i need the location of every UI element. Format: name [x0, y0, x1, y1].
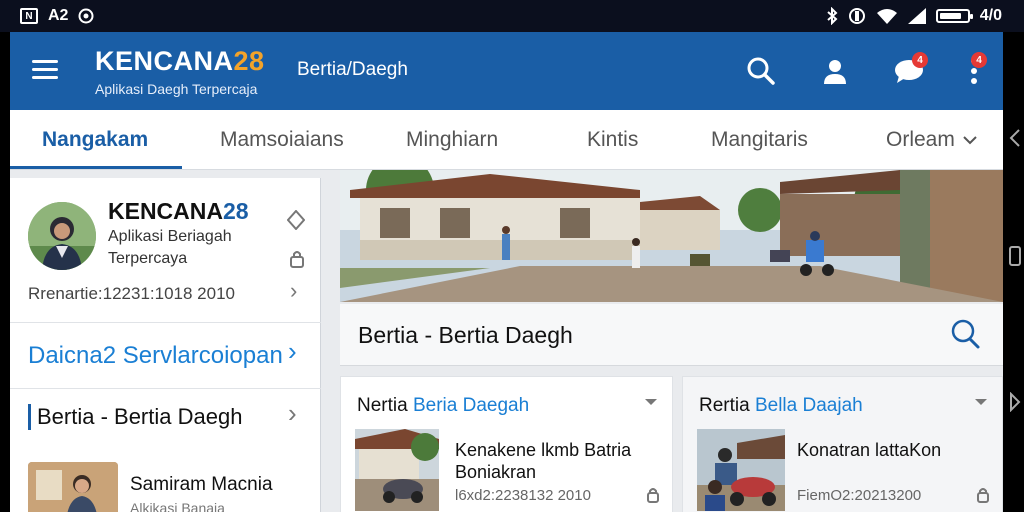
- profile-description: Aplikasi Beriagah Terpercaya: [108, 228, 232, 267]
- brand: KENCANA28 Aplikasi Daegh Terpercaja: [95, 46, 265, 97]
- news-thumbnail[interactable]: [355, 429, 439, 511]
- status-right-text: 4/0: [979, 7, 1002, 24]
- status-left-text: A2: [48, 7, 69, 24]
- profile-name: KENCANA28: [108, 198, 249, 224]
- hero-image: [340, 170, 1003, 302]
- caret-down-icon[interactable]: [644, 397, 658, 407]
- news-card[interactable]: Rertia Bella Daajah Konatran lattaKon Fi…: [682, 376, 1003, 512]
- section-title: Bertia - Bertia Daegh: [358, 322, 573, 348]
- tab-bar: Nangakam Mamsoiaians Minghiarn Kintis Ma…: [10, 110, 1003, 170]
- recents-icon[interactable]: [1009, 392, 1021, 412]
- back-icon[interactable]: [1009, 128, 1021, 148]
- profile-button[interactable]: [818, 54, 852, 88]
- lock-icon: [647, 488, 659, 503]
- divider: [10, 388, 321, 389]
- card-title[interactable]: Konatran lattaKon: [797, 439, 941, 461]
- chevron-down-icon: [963, 136, 977, 145]
- section-header: Bertia - Bertia Daegh: [340, 304, 1003, 366]
- tab-nangakam[interactable]: Nangakam: [42, 110, 148, 170]
- system-nav-bar: [1003, 32, 1024, 512]
- user-icon: [824, 60, 846, 84]
- avatar: [28, 202, 96, 270]
- notification-badge: 4: [912, 52, 928, 68]
- card-meta: FiemO2:20213200: [797, 487, 922, 504]
- news-thumbnail[interactable]: [697, 429, 785, 511]
- diamond-icon[interactable]: [287, 210, 305, 230]
- sync-icon: [78, 8, 94, 24]
- sidebar: KENCANA28 Aplikasi Beriagah Terpercaya R…: [10, 178, 321, 512]
- page-title: Bertia/Daegh: [297, 59, 408, 80]
- tab-orleam[interactable]: Orleam: [886, 110, 977, 170]
- app-window: KENCANA28 Aplikasi Daegh Terpercaja Bert…: [10, 32, 1003, 512]
- divider: [10, 322, 321, 323]
- home-icon[interactable]: [1009, 246, 1021, 266]
- brand-title: KENCANA28: [95, 46, 265, 76]
- menu-icon[interactable]: [32, 60, 58, 80]
- lock-icon: [977, 488, 989, 503]
- section-search-button[interactable]: [949, 318, 981, 355]
- vibrate-icon: [848, 8, 865, 24]
- bluetooth-icon: [827, 7, 838, 25]
- tab-mamsoiaians[interactable]: Mamsoiaians: [220, 110, 344, 170]
- status-bar: N A2 4/0: [0, 0, 1024, 32]
- caret-down-icon[interactable]: [974, 397, 988, 407]
- signal-icon: [907, 8, 926, 24]
- reference-number: Rrenartie:12231:1018 2010: [28, 284, 235, 303]
- tab-kintis[interactable]: Kintis: [587, 110, 638, 170]
- chevron-right-icon[interactable]: ›: [290, 278, 297, 304]
- list-item-subtitle: Alkikasi Banaia: [130, 500, 225, 512]
- app-badge-icon: N: [20, 8, 38, 24]
- chevron-right-icon[interactable]: ›: [288, 398, 297, 429]
- sidebar-section-title[interactable]: Bertia - Bertia Daegh: [28, 404, 242, 430]
- news-thumbnail[interactable]: [28, 462, 118, 512]
- card-title[interactable]: Kenakene lkmb Batria Boniakran: [455, 439, 631, 483]
- notifications-button[interactable]: 4: [892, 52, 928, 88]
- wifi-icon: [876, 9, 897, 24]
- search-icon: [951, 319, 980, 349]
- search-icon: [747, 57, 775, 85]
- tab-mangitaris[interactable]: Mangitaris: [711, 110, 808, 170]
- list-item-title[interactable]: Samiram Macnia: [130, 474, 273, 496]
- app-header: KENCANA28 Aplikasi Daegh Terpercaja Bert…: [10, 32, 1003, 110]
- chevron-right-icon[interactable]: ›: [288, 336, 297, 367]
- news-card[interactable]: Nertia Beria Daegah Kenakene lkmb Batria…: [340, 376, 673, 512]
- card-header: Rertia Bella Daajah: [699, 395, 863, 416]
- sidebar-link-service[interactable]: Daicna2 Servlarcoiopan: [28, 342, 283, 370]
- brand-subtitle: Aplikasi Daegh Terpercaja: [95, 81, 258, 97]
- lock-icon: [290, 251, 304, 268]
- card-header: Nertia Beria Daegah: [357, 395, 530, 416]
- card-meta: l6xd2:2238132 2010: [455, 487, 591, 504]
- search-button[interactable]: [744, 54, 778, 88]
- battery-icon: [935, 9, 973, 23]
- alert-badge: 4: [971, 52, 987, 68]
- active-tab-indicator: [10, 166, 182, 169]
- tab-minghiarn[interactable]: Minghiarn: [406, 110, 498, 170]
- more-options-button[interactable]: 4: [957, 52, 991, 88]
